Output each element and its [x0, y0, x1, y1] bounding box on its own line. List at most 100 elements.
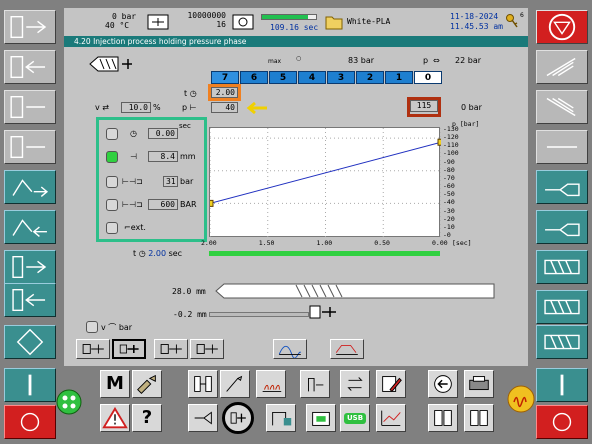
right-pressure-field[interactable]: 115 — [410, 100, 438, 112]
cushion-value: -0.2 — [173, 310, 193, 319]
pressure-value: 0 — [112, 12, 117, 21]
delay-field[interactable]: 0.00 — [148, 128, 178, 139]
limit-radio[interactable] — [106, 199, 118, 211]
cycle-progress-bar — [261, 14, 317, 20]
screw-position-readout: 28.0 mm — [172, 287, 206, 296]
help-button[interactable]: ? — [132, 404, 162, 432]
edit-button[interactable] — [376, 370, 406, 398]
carriage-back-button[interactable] — [536, 210, 588, 244]
printer-button[interactable] — [464, 370, 494, 398]
time-param-label: t ◷ — [184, 89, 197, 98]
tab-graph-1[interactable] — [273, 339, 307, 359]
time-label: t — [184, 89, 188, 98]
tab-injection-1[interactable] — [76, 339, 110, 359]
pressure-radio[interactable] — [106, 176, 118, 188]
nozzle-forward-button[interactable] — [4, 250, 56, 284]
motor-on-button[interactable] — [4, 368, 56, 402]
carriage-forward-button[interactable] — [536, 170, 588, 204]
heating-off-button[interactable] — [536, 405, 588, 439]
chart-point[interactable] — [206, 199, 214, 207]
setup-mode-button[interactable] — [132, 370, 162, 398]
footer-time-unit: sec — [168, 249, 183, 258]
core-pull-button[interactable] — [220, 370, 250, 398]
usb-button[interactable]: USB — [340, 404, 370, 432]
ejector-button[interactable] — [300, 370, 330, 398]
ext-radio[interactable] — [106, 222, 118, 234]
tab-injection-3[interactable] — [154, 339, 188, 359]
motor-off-button[interactable] — [4, 405, 56, 439]
right-function-button[interactable] — [536, 130, 588, 164]
heating-on-button[interactable] — [536, 368, 588, 402]
nozzle-back-button[interactable] — [4, 283, 56, 317]
tab-graph-2[interactable] — [330, 339, 364, 359]
curve-icon: ⌒ — [108, 323, 117, 332]
chart-y-tick: -60 — [443, 182, 455, 191]
stage-1[interactable]: 1 — [385, 71, 413, 84]
alarm-button[interactable] — [536, 10, 588, 44]
chart-y-tick: -30 — [443, 206, 455, 215]
plasticize-button[interactable] — [536, 250, 588, 284]
time-param-field[interactable]: 2.00 — [211, 87, 238, 98]
ext-label-group: ⌐ext. — [124, 223, 146, 232]
mold-open-button[interactable] — [4, 50, 56, 84]
stroke-radio[interactable] — [106, 151, 118, 163]
v-label: v — [101, 323, 106, 332]
limit-field[interactable]: 600 — [148, 199, 178, 210]
v-bar-radio[interactable] — [86, 321, 98, 333]
cycle-button[interactable] — [340, 370, 370, 398]
pressure-switch-icon: ⊢⊣⊐ — [122, 177, 143, 186]
speed-param-field[interactable]: 10.0 — [121, 102, 151, 113]
cushion-readout: -0.2 mm — [173, 310, 207, 319]
temperature-button[interactable] — [256, 370, 286, 398]
warning-button[interactable] — [100, 404, 130, 432]
robot-button[interactable] — [266, 404, 296, 432]
chart-point[interactable] — [437, 138, 445, 146]
stage-3[interactable]: 3 — [327, 71, 355, 84]
stage-0[interactable]: 0 — [414, 71, 442, 84]
stroke-unit: mm — [180, 152, 196, 161]
stroke-field[interactable]: 8.4 — [148, 151, 178, 162]
cycle-time-readout: 109.16 sec — [270, 23, 318, 32]
stage-6[interactable]: 6 — [240, 71, 268, 84]
chart-y-tick: -110 — [443, 141, 459, 150]
page-forward-button[interactable] — [464, 404, 494, 432]
right-screw-back-button[interactable] — [536, 90, 588, 124]
phase-progress-bar — [209, 251, 440, 256]
production-button[interactable] — [306, 404, 336, 432]
chart-y-tick: -90 — [443, 157, 455, 166]
stage-2[interactable]: 2 — [356, 71, 384, 84]
screw-position-unit: mm — [196, 287, 206, 296]
usb-label: USB — [344, 413, 366, 424]
diamond-button[interactable] — [4, 325, 56, 359]
manual-label: M — [106, 373, 124, 394]
core-in-button[interactable] — [4, 170, 56, 204]
page-title: 4.20 Injection process holding pressure … — [64, 36, 528, 47]
mold-close-button[interactable] — [4, 10, 56, 44]
pressure-param-field[interactable]: 40 — [211, 102, 238, 113]
stage-7[interactable]: 7 — [211, 71, 239, 84]
inject-button[interactable] — [536, 325, 588, 359]
injection-nozzle-button[interactable] — [188, 404, 218, 432]
manual-mode-button[interactable]: M — [100, 370, 130, 398]
core-out-button[interactable] — [4, 210, 56, 244]
pressure-switch-field[interactable]: 31 — [163, 176, 178, 187]
v-bar-label: v ⌒ bar — [101, 322, 132, 333]
tab-holding-pressure[interactable] — [112, 339, 146, 359]
counter-current: 16 — [216, 20, 226, 29]
right-screw-fwd-button[interactable] — [536, 50, 588, 84]
injection-unit-button[interactable] — [222, 402, 254, 434]
mold-button[interactable] — [188, 370, 218, 398]
stage-5[interactable]: 5 — [269, 71, 297, 84]
ejector-forward-button[interactable] — [4, 90, 56, 124]
graph-button[interactable] — [376, 404, 406, 432]
tab-injection-4[interactable] — [190, 339, 224, 359]
speed-param-label: v ⇄ — [95, 103, 109, 112]
stage-4[interactable]: 4 — [298, 71, 326, 84]
decompress-button[interactable] — [536, 290, 588, 324]
delay-radio[interactable] — [106, 128, 118, 140]
back-button[interactable] — [428, 370, 458, 398]
green-status-icon — [56, 389, 82, 415]
ejector-back-button[interactable] — [4, 130, 56, 164]
right-actual-unit: bar — [468, 103, 482, 112]
page-back-button[interactable] — [428, 404, 458, 432]
